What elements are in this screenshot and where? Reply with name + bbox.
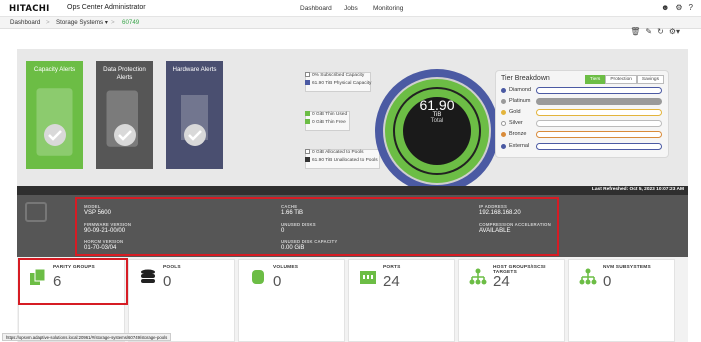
settings-icon[interactable]: ⚙▾ <box>669 27 680 36</box>
gear-icon[interactable]: ⚙ <box>675 3 682 12</box>
nav-monitoring[interactable]: Monitoring <box>373 5 403 12</box>
tier-dot <box>501 120 506 126</box>
tier-bar-bronze <box>536 131 662 138</box>
tile-value: 0 <box>163 273 172 290</box>
tier-bar-diamond <box>536 87 662 94</box>
data-protection-alerts-label: Data Protection Alerts <box>103 66 146 81</box>
legend-swatch <box>305 157 310 163</box>
tile-host-groups[interactable]: HOST GROUPS/ISCSI TARGETS 24 <box>458 259 565 342</box>
breadcrumb-separator: > <box>46 19 50 26</box>
subscribed-legend: 0% Subscribed Capacity 61.90 TiB Physica… <box>305 72 371 88</box>
legend-swatch <box>305 80 310 86</box>
tier-bar-external <box>536 143 662 150</box>
user-icon[interactable]: ☻ <box>661 3 669 12</box>
parity-groups-highlight <box>18 258 128 305</box>
tier-breakdown-title: Tier Breakdown <box>501 75 550 82</box>
tier-tabs: Tiers Protection Savings <box>584 75 664 84</box>
tile-value: 0 <box>603 273 612 290</box>
thin-legend: 0 GiB Thin Used 0 GiB Thin Free <box>305 111 347 127</box>
donut-label: Total <box>430 118 444 124</box>
top-bar: HITACHI Ops Center Administrator Dashboa… <box>0 0 701 17</box>
app-title: Ops Center Administrator <box>67 4 146 11</box>
tier-row-external: External <box>501 143 541 149</box>
breadcrumb: Dashboard > Storage Systems ▾ > 60749 <box>0 17 701 29</box>
tier-bar-platinum <box>536 98 662 105</box>
tier-row-diamond: Diamond <box>501 87 541 93</box>
action-toolbar: 🗑 ✎ ↻ ⚙▾ <box>630 27 680 36</box>
check-icon <box>43 124 66 146</box>
breadcrumb-dashboard[interactable]: Dashboard <box>10 19 40 26</box>
tile-label: PORTS <box>383 265 401 270</box>
hardware-alerts-card[interactable]: Hardware Alerts <box>166 61 223 169</box>
tab-protection[interactable]: Protection <box>605 75 637 84</box>
check-icon <box>113 124 136 146</box>
trash-icon[interactable]: 🗑 <box>630 27 640 36</box>
tier-row-platinum: Platinum <box>501 98 541 104</box>
storage-system-icon <box>25 202 47 222</box>
tier-dot <box>501 98 506 104</box>
legend-swatch <box>305 111 310 117</box>
legend-unallocated-pools: 61.90 TiB Unallocated to Pools <box>312 158 378 163</box>
legend-thin-free: 0 GiB Thin Free <box>312 120 346 125</box>
breadcrumb-storage-systems[interactable]: Storage Systems ▾ <box>56 19 108 26</box>
legend-thin-used: 0 GiB Thin Used <box>312 112 348 117</box>
capacity-alerts-card[interactable]: Capacity Alerts <box>26 61 83 169</box>
tile-label: NVM SUBSYSTEMS <box>603 265 651 270</box>
check-icon <box>183 124 206 146</box>
breadcrumb-separator: > <box>111 19 115 26</box>
last-refreshed: Last Refreshed: Oct 5, 2023 10:07:23 AM <box>591 187 684 192</box>
donut-center: 61.90 TiB Total <box>371 98 503 124</box>
tile-value: 0 <box>273 273 282 290</box>
tier-row-bronze: Bronze <box>501 131 541 137</box>
tile-pools[interactable]: POOLS 0 <box>128 259 235 342</box>
hardware-alerts-label: Hardware Alerts <box>172 66 217 73</box>
tab-savings[interactable]: Savings <box>636 75 664 84</box>
help-icon[interactable]: ? <box>689 3 693 12</box>
tier-row-gold: Gold <box>501 109 541 115</box>
tier-breakdown-card: Tier Breakdown Tiers Protection Savings … <box>495 70 669 158</box>
nav-dashboard[interactable]: Dashboard <box>300 5 332 12</box>
tier-dot <box>501 87 506 93</box>
capacity-alerts-label: Capacity Alerts <box>33 66 76 73</box>
volumes-icon <box>252 270 264 284</box>
ports-icon <box>360 271 376 284</box>
tile-nvm-subsystems[interactable]: NVM SUBSYSTEMS 0 <box>568 259 675 342</box>
donut-total-value: 61.90 <box>419 97 455 113</box>
hitachi-logo: HITACHI <box>9 4 50 14</box>
tile-label: VOLUMES <box>273 265 299 270</box>
legend-allocated-pools: 0 GiB Allocated to Pools <box>312 150 364 155</box>
tier-dot <box>501 143 506 149</box>
refresh-bar <box>17 186 688 195</box>
tier-bar-silver <box>536 120 662 127</box>
capacity-donut-chart <box>375 69 499 193</box>
tile-ports[interactable]: PORTS 24 <box>348 259 455 342</box>
nvm-subsystems-icon <box>579 268 597 285</box>
tier-bar-gold <box>536 109 662 116</box>
pools-legend: 0 GiB Allocated to Pools 61.90 TiB Unall… <box>305 149 378 165</box>
tile-volumes[interactable]: VOLUMES 0 <box>238 259 345 342</box>
tile-label: POOLS <box>163 265 181 270</box>
legend-swatch <box>305 119 310 125</box>
host-groups-icon <box>469 268 487 285</box>
breadcrumb-current: 60749 <box>122 19 140 26</box>
tier-dot <box>501 131 506 137</box>
system-info-highlight <box>75 197 559 256</box>
tile-value: 24 <box>493 273 510 290</box>
tile-value: 24 <box>383 273 400 290</box>
tab-tiers[interactable]: Tiers <box>584 75 606 84</box>
edit-icon[interactable]: ✎ <box>645 27 652 36</box>
legend-subscribed: 0% Subscribed Capacity <box>312 73 365 78</box>
legend-swatch <box>305 149 310 155</box>
pools-icon <box>141 269 155 283</box>
nav-jobs[interactable]: Jobs <box>344 5 358 12</box>
legend-physical: 61.90 TiB Physical Capacity <box>312 81 372 86</box>
legend-swatch <box>305 72 310 78</box>
tier-dot <box>501 109 506 115</box>
tier-row-silver: Silver <box>501 120 541 126</box>
refresh-icon[interactable]: ↻ <box>657 27 664 36</box>
status-bar-url: https://opsvm.adaptive-solutions.local:2… <box>2 333 172 341</box>
data-protection-alerts-card[interactable]: Data Protection Alerts <box>96 61 153 169</box>
